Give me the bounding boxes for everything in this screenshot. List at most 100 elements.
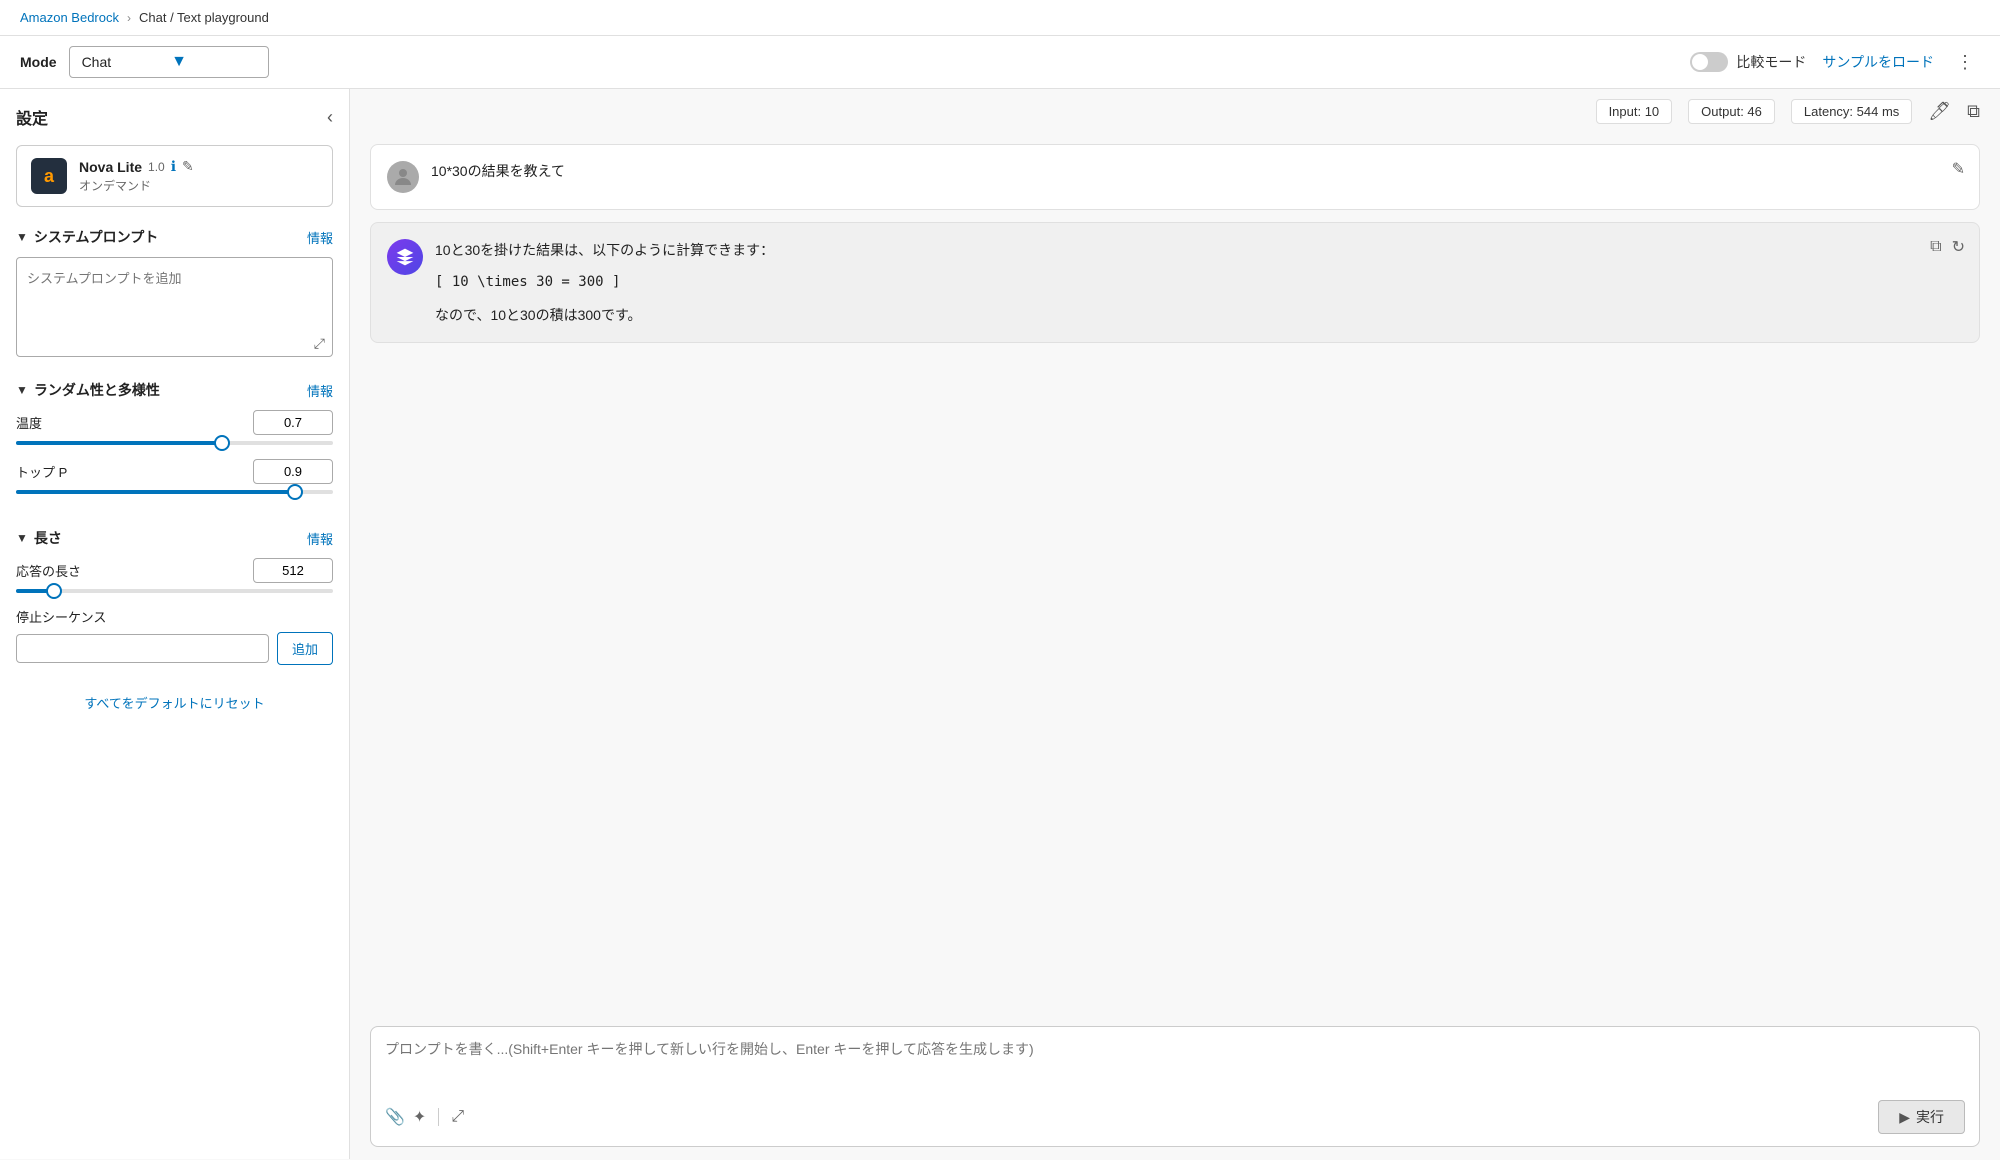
wand-icon-button[interactable]: 🖊 — [1928, 101, 1951, 122]
ai-avatar — [387, 239, 423, 275]
section-arrow-icon: ▼ — [16, 531, 28, 545]
model-name: Nova Lite — [79, 159, 142, 175]
collapse-sidebar-button[interactable]: ‹ — [327, 107, 333, 128]
top-p-slider[interactable] — [16, 490, 333, 494]
randomness-info-link[interactable]: 情報 — [307, 381, 333, 400]
breadcrumb-link[interactable]: Amazon Bedrock — [20, 10, 119, 25]
compare-mode-toggle-wrap: 比較モード — [1690, 52, 1806, 72]
response-length-label: 応答の長さ — [16, 561, 81, 580]
stop-sequence-label: 停止シーケンス — [16, 607, 106, 626]
response-length-slider-thumb[interactable] — [46, 583, 62, 599]
randomness-section-header[interactable]: ▼ ランダム性と多様性 情報 — [16, 380, 333, 400]
user-message-edit-button[interactable]: ✎ — [1952, 159, 1965, 179]
temperature-input[interactable]: 0.7 — [253, 410, 333, 435]
model-info: Nova Lite 1.0 ℹ ✎ オンデマンド — [79, 158, 318, 194]
system-prompt-textarea[interactable] — [16, 257, 333, 357]
chat-stats-bar: Input: 10 Output: 46 Latency: 544 ms 🖊 ⧉ — [350, 89, 2000, 134]
system-prompt-section-header[interactable]: ▼ システムプロンプト 情報 — [16, 227, 333, 247]
top-p-slider-fill — [16, 490, 295, 494]
compare-mode-toggle[interactable] — [1690, 52, 1728, 72]
length-info-link[interactable]: 情報 — [307, 529, 333, 548]
ai-refresh-button[interactable]: ↻ — [1952, 237, 1965, 257]
model-card: a Nova Lite 1.0 ℹ ✎ オンデマンド — [16, 145, 333, 207]
chat-input-icons: 📎 ✦ ⤢ — [385, 1107, 464, 1127]
more-options-button[interactable]: ⋮ — [1950, 50, 1980, 75]
ai-message-actions: ⧉ ↻ — [1930, 237, 1965, 257]
user-message-text: 10*30の結果を教えて — [431, 161, 1963, 181]
ai-response-math: [ 10 \times 30 = 300 ] — [435, 271, 1963, 293]
reset-defaults-button[interactable]: すべてをデフォルトにリセット — [16, 693, 333, 712]
randomness-title: ランダム性と多様性 — [34, 380, 160, 400]
ai-message: 10と30を掛けた結果は、以下のように計算できます： [ 10 \times 3… — [370, 222, 1980, 343]
top-p-input[interactable]: 0.9 — [253, 459, 333, 484]
system-prompt-info-link[interactable]: 情報 — [307, 228, 333, 247]
model-edit-icon[interactable]: ✎ — [182, 158, 194, 175]
model-sub: オンデマンド — [79, 177, 318, 194]
output-stat-badge: Output: 46 — [1688, 99, 1775, 124]
response-length-input[interactable] — [253, 558, 333, 583]
copy-icon-button[interactable]: ⧉ — [1967, 101, 1980, 122]
run-button-label: 実行 — [1916, 1107, 1944, 1127]
chat-input-footer: 📎 ✦ ⤢ ▶ 実行 — [385, 1100, 1965, 1134]
section-arrow-icon: ▼ — [16, 383, 28, 397]
mode-label: Mode — [20, 54, 57, 70]
amazon-logo-icon: a — [31, 158, 67, 194]
mode-bar-right: 比較モード サンプルをロード ⋮ — [1690, 50, 1980, 75]
sidebar-title: 設定 — [16, 105, 48, 129]
user-message: 10*30の結果を教えて ✎ — [370, 144, 1980, 210]
section-arrow-icon: ▼ — [16, 230, 28, 244]
sidebar-header: 設定 ‹ — [16, 105, 333, 129]
temperature-slider-thumb[interactable] — [214, 435, 230, 451]
expand-icon[interactable]: ⤢ — [314, 335, 325, 352]
run-button[interactable]: ▶ 実行 — [1878, 1100, 1965, 1134]
response-length-row: 応答の長さ — [16, 558, 333, 583]
temperature-label: 温度 — [16, 413, 42, 432]
length-section: ▼ 長さ 情報 応答の長さ 停止シーケンス — [16, 528, 333, 665]
section-header-left: ▼ 長さ — [16, 528, 62, 548]
breadcrumb-separator: › — [127, 11, 131, 25]
expand-icon-button[interactable]: ⤢ — [451, 1108, 464, 1126]
temperature-row: 温度 0.7 — [16, 410, 333, 435]
mode-bar-left: Mode Chat ▼ — [20, 46, 269, 78]
chevron-down-icon: ▼ — [171, 53, 187, 71]
sidebar: 設定 ‹ a Nova Lite 1.0 ℹ ✎ オンデマンド ▼ — [0, 89, 350, 1159]
length-section-header[interactable]: ▼ 長さ 情報 — [16, 528, 333, 548]
run-arrow-icon: ▶ — [1899, 1109, 1910, 1126]
system-prompt-section: ▼ システムプロンプト 情報 ⤢ — [16, 227, 333, 360]
ai-copy-button[interactable]: ⧉ — [1930, 237, 1941, 257]
temperature-slider[interactable] — [16, 441, 333, 445]
chat-input-area: 📎 ✦ ⤢ ▶ 実行 — [350, 1014, 2000, 1159]
add-stop-sequence-button[interactable]: 追加 — [277, 632, 333, 665]
stop-sequence-input-row: 追加 — [16, 632, 333, 665]
stop-sequence-input[interactable] — [16, 634, 269, 663]
chat-messages: 10*30の結果を教えて ✎ 10と30を掛けた結果は、以下のように計算できます… — [350, 134, 2000, 1014]
input-stat-badge: Input: 10 — [1596, 99, 1673, 124]
user-avatar — [387, 161, 419, 193]
model-name-row: Nova Lite 1.0 ℹ ✎ — [79, 158, 318, 175]
mode-select-value: Chat — [82, 54, 112, 70]
response-length-slider[interactable] — [16, 589, 333, 593]
randomness-section: ▼ ランダム性と多様性 情報 温度 0.7 トップ P 0.9 — [16, 380, 333, 508]
section-header-left: ▼ システムプロンプト — [16, 227, 158, 247]
latency-stat-badge: Latency: 544 ms — [1791, 99, 1912, 124]
ai-response-line2: なので、10と30の積は300です。 — [435, 304, 1963, 326]
system-prompt-title: システムプロンプト — [34, 227, 158, 247]
chat-area: Input: 10 Output: 46 Latency: 544 ms 🖊 ⧉… — [350, 89, 2000, 1159]
input-divider — [438, 1108, 439, 1126]
top-p-slider-thumb[interactable] — [287, 484, 303, 500]
chat-input-box: 📎 ✦ ⤢ ▶ 実行 — [370, 1026, 1980, 1147]
top-p-label: トップ P — [16, 462, 67, 481]
length-title: 長さ — [34, 528, 62, 548]
breadcrumb-bar: Amazon Bedrock › Chat / Text playground — [0, 0, 2000, 36]
model-info-icon[interactable]: ℹ — [171, 158, 176, 175]
toggle-knob — [1692, 54, 1708, 70]
breadcrumb-current: Chat / Text playground — [139, 10, 269, 25]
model-version: 1.0 — [148, 160, 165, 174]
mode-select[interactable]: Chat ▼ — [69, 46, 269, 78]
attachment-icon-button[interactable]: 📎 — [385, 1107, 405, 1127]
magic-wand-icon-button[interactable]: ✦ — [413, 1107, 426, 1127]
sample-load-button[interactable]: サンプルをロード — [1822, 52, 1934, 72]
ai-response-line1: 10と30を掛けた結果は、以下のように計算できます： — [435, 239, 1963, 261]
top-p-row: トップ P 0.9 — [16, 459, 333, 484]
chat-input-textarea[interactable] — [385, 1039, 1965, 1089]
